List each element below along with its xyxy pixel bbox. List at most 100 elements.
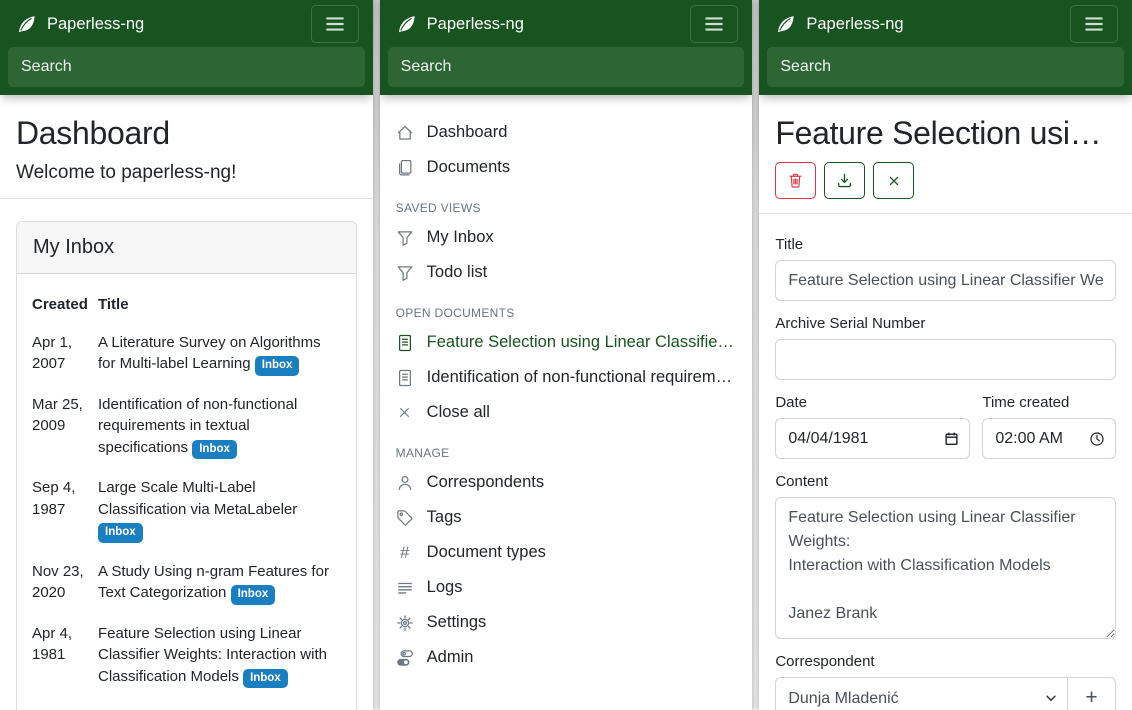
hash-icon: # (396, 544, 414, 562)
sidebar-item-label: Admin (427, 648, 474, 667)
table-row[interactable]: Nov 23, 2020 A Study Using n-gram Featur… (32, 552, 341, 614)
doc-title: Large Scale Multi-Label Classification v… (98, 479, 297, 517)
hamburger-icon (701, 12, 727, 36)
doc-title: A Study Using n-gram Features for Text C… (98, 563, 329, 601)
close-document-button[interactable] (873, 162, 914, 199)
inbox-tag-badge[interactable]: Inbox (98, 523, 143, 543)
search-input[interactable] (767, 47, 1124, 87)
sidebar-item-documents[interactable]: Documents (396, 150, 737, 185)
brand-name: Paperless-ng (806, 15, 903, 34)
hamburger-icon (1081, 12, 1107, 36)
download-icon (836, 172, 853, 189)
inbox-tag-badge[interactable]: Inbox (231, 585, 276, 605)
expanded-nav-menu: Dashboard Documents SAVED VIEWS My Inbox (380, 95, 753, 695)
sidebar-item-document-types[interactable]: # Document types (396, 535, 737, 570)
card-title: My Inbox (17, 222, 356, 274)
open-document-item[interactable]: Identification of non-functional require… (396, 360, 737, 395)
correspondent-field-label: Correspondent (775, 653, 1116, 670)
doc-title: Feature Selection using Linear Classifie… (98, 625, 327, 685)
navbar: Paperless-ng (759, 0, 1132, 95)
delete-button[interactable] (775, 162, 816, 199)
title-field-label: Title (775, 236, 1116, 253)
doc-created-date: Apr 4, 1981 (32, 614, 98, 697)
time-field-label: Time created (982, 394, 1116, 411)
sidebar-item-dashboard[interactable]: Dashboard (396, 115, 737, 150)
search-input[interactable] (8, 47, 365, 87)
app-brand[interactable]: Paperless-ng (16, 14, 144, 35)
sidebar-item-todo-list[interactable]: Todo list (396, 255, 737, 290)
download-button[interactable] (824, 162, 865, 199)
column-header-title: Title (98, 290, 341, 323)
date-field-label: Date (775, 394, 970, 411)
open-document-label: Feature Selection using Linear Classifie… (427, 333, 737, 352)
column-header-created: Created (32, 290, 98, 323)
app-windows: Paperless-ng Dashboard Welcome to paperl… (0, 0, 1132, 710)
table-row[interactable]: Apr 4, 1981 Feature Selection using Line… (32, 614, 341, 697)
table-row[interactable]: Nov 1, 2016 Support Vector Machines for … (32, 697, 341, 710)
sidebar-item-label: Tags (427, 508, 462, 527)
gear-icon (396, 614, 414, 632)
open-document-item-active[interactable]: Feature Selection using Linear Classifie… (396, 325, 737, 360)
documents-icon (396, 159, 414, 177)
document-actions (775, 162, 1116, 199)
asn-field[interactable] (775, 339, 1116, 380)
sidebar-item-label: Settings (427, 613, 487, 632)
table-row[interactable]: Mar 25, 2009 Identification of non-funct… (32, 385, 341, 468)
tag-icon (396, 509, 414, 527)
sidebar-item-label: Todo list (427, 263, 488, 282)
menu-toggle-button[interactable] (311, 5, 359, 43)
title-field[interactable] (775, 260, 1116, 301)
search-input[interactable] (388, 47, 745, 87)
filter-funnel-icon (396, 229, 414, 247)
section-header-saved-views: SAVED VIEWS (396, 201, 737, 215)
close-all-label: Close all (427, 403, 490, 422)
welcome-text: Welcome to paperless-ng! (16, 162, 357, 184)
time-field[interactable] (982, 418, 1116, 459)
person-icon (396, 474, 414, 492)
section-header-manage: MANAGE (396, 446, 737, 460)
inbox-tag-badge[interactable]: Inbox (255, 356, 300, 376)
sidebar-item-correspondents[interactable]: Correspondents (396, 465, 737, 500)
app-brand[interactable]: Paperless-ng (396, 14, 524, 35)
brand-name: Paperless-ng (427, 15, 524, 34)
sidebar-item-admin[interactable]: Admin (396, 640, 737, 675)
sidebar-item-settings[interactable]: Settings (396, 605, 737, 640)
close-all-button[interactable]: Close all (396, 395, 737, 430)
plus-icon: + (1085, 686, 1097, 710)
add-correspondent-button[interactable]: + (1067, 677, 1116, 710)
sidebar-item-my-inbox[interactable]: My Inbox (396, 220, 737, 255)
trash-icon (787, 172, 804, 189)
sidebar-item-label: Dashboard (427, 123, 508, 142)
table-row[interactable]: Sep 4, 1987 Large Scale Multi-Label Clas… (32, 468, 341, 551)
app-brand[interactable]: Paperless-ng (775, 14, 903, 35)
sidebar-item-tags[interactable]: Tags (396, 500, 737, 535)
date-field[interactable] (775, 418, 970, 459)
table-row[interactable]: Apr 1, 2007 A Literature Survey on Algor… (32, 323, 341, 385)
content-field[interactable]: Feature Selection using Linear Classifie… (775, 497, 1116, 639)
content-field-label: Content (775, 473, 1116, 490)
page-title: Dashboard (16, 115, 357, 152)
divider (0, 198, 373, 199)
inbox-tag-badge[interactable]: Inbox (192, 440, 237, 460)
doc-created-date: Mar 25, 2009 (32, 385, 98, 468)
filter-funnel-icon (396, 264, 414, 282)
list-lines-icon (396, 579, 414, 597)
sidebar-item-label: Logs (427, 578, 463, 597)
open-document-label: Identification of non-functional require… (427, 368, 737, 387)
inbox-table: Created Title Apr 1, 2007 A Literature S… (32, 290, 341, 710)
leaf-logo-icon (16, 14, 37, 35)
sidebar-item-label: Documents (427, 158, 510, 177)
menu-toggle-button[interactable] (690, 5, 738, 43)
brand-name: Paperless-ng (47, 15, 144, 34)
inbox-tag-badge[interactable]: Inbox (243, 669, 288, 689)
section-header-open-documents: OPEN DOCUMENTS (396, 306, 737, 320)
navbar: Paperless-ng (0, 0, 373, 95)
divider (759, 213, 1132, 214)
document-title-heading: Feature Selection using Linear Classifie… (775, 115, 1116, 152)
x-icon (396, 404, 414, 422)
correspondent-select[interactable]: Dunja Mladenić (775, 677, 1068, 710)
doc-created-date: Sep 4, 1987 (32, 468, 98, 551)
sidebar-item-logs[interactable]: Logs (396, 570, 737, 605)
doc-created-date: Apr 1, 2007 (32, 323, 98, 385)
menu-toggle-button[interactable] (1070, 5, 1118, 43)
